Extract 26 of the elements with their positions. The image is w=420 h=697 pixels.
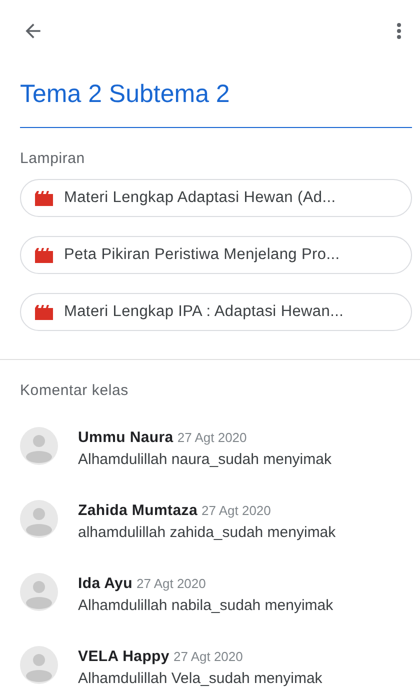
attachment-chip[interactable]: Materi Lengkap Adaptasi Hewan (Ad... <box>20 179 412 217</box>
attachment-chip[interactable]: Peta Pikiran Peristiwa Menjelang Pro... <box>20 236 412 274</box>
section-label: Komentar kelas <box>20 382 130 399</box>
avatar-icon <box>20 427 58 465</box>
commenter-name: Ida Ayu <box>78 575 132 592</box>
video-icon <box>35 190 53 206</box>
avatar-icon <box>20 573 58 611</box>
comment-text: Alhamdulillah naura_sudah menyimak <box>78 451 332 468</box>
comment-date: 27 Agt 2020 <box>136 576 206 591</box>
commenter-name: VELA Happy <box>78 648 170 665</box>
avatar-icon <box>20 646 58 684</box>
comment-date: 27 Agt 2020 <box>177 430 247 445</box>
section-label: Lampiran <box>20 150 86 167</box>
video-icon <box>35 304 53 320</box>
comment-date: 27 Agt 2020 <box>201 503 271 518</box>
attachment-chip[interactable]: Materi Lengkap IPA : Adaptasi Hewan... <box>20 293 412 331</box>
comment-text: Alhamdulillah nabila_sudah menyimak <box>78 597 334 614</box>
avatar-icon <box>20 500 58 538</box>
comment-text: Alhamdulillah Vela_sudah menyimak <box>78 670 322 687</box>
more-vert-icon <box>397 22 401 40</box>
commenter-name: Zahida Mumtaza <box>78 502 198 519</box>
comment-text: alhamdulillah zahida_sudah menyimak <box>78 524 336 541</box>
video-icon <box>35 248 53 262</box>
commenter-name: Ummu Naura <box>78 429 174 446</box>
assignment-title: Tema 2 Subtema 2 <box>20 80 412 128</box>
comment-date: 27 Agt 2020 <box>173 649 243 664</box>
